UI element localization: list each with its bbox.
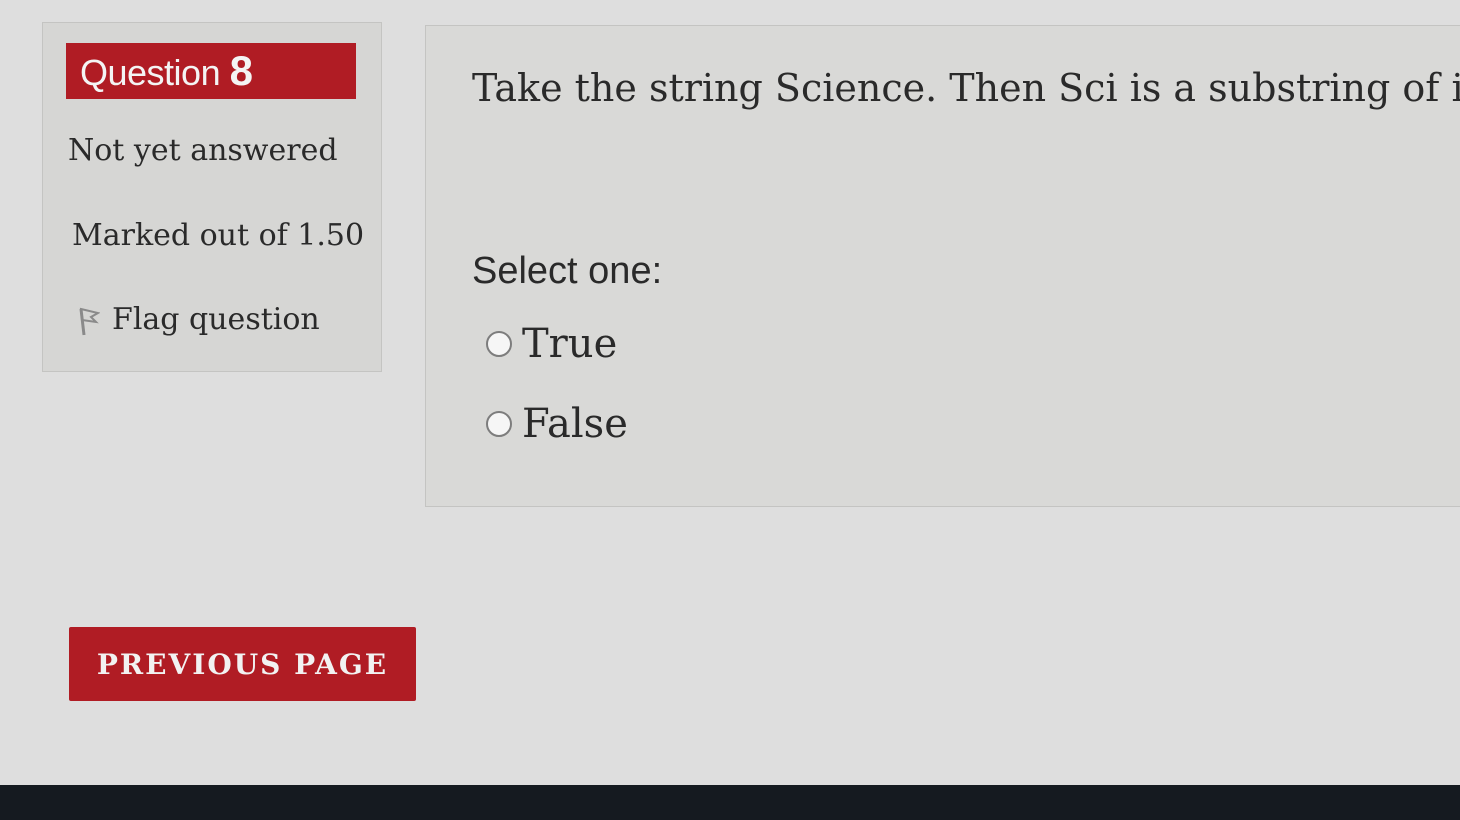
answer-option-false[interactable]: False [486,402,628,446]
flag-question-label: Flag question [112,302,320,337]
radio-button-true[interactable] [486,331,512,357]
answer-option-label: False [522,401,628,447]
flag-question-link[interactable]: Flag question [74,302,320,337]
question-title-prefix: Question [80,52,221,93]
question-number-badge: Question 8 [66,43,356,99]
answer-prompt: Select one: [472,250,663,292]
question-state: Not yet answered [68,133,338,168]
radio-button-false[interactable] [486,411,512,437]
question-text: Take the string Science. Then Sci is a s… [472,66,1460,110]
question-grade: Marked out of 1.50 [72,218,365,253]
answer-option-label: True [522,321,618,367]
quiz-page: Question 8 Not yet answered Marked out o… [0,0,1460,785]
flag-icon [74,303,101,337]
monitor-bezel [0,785,1460,820]
question-number: 8 [229,47,253,94]
previous-page-button[interactable]: PREVIOUS PAGE [69,627,416,701]
answer-option-true[interactable]: True [486,322,617,366]
